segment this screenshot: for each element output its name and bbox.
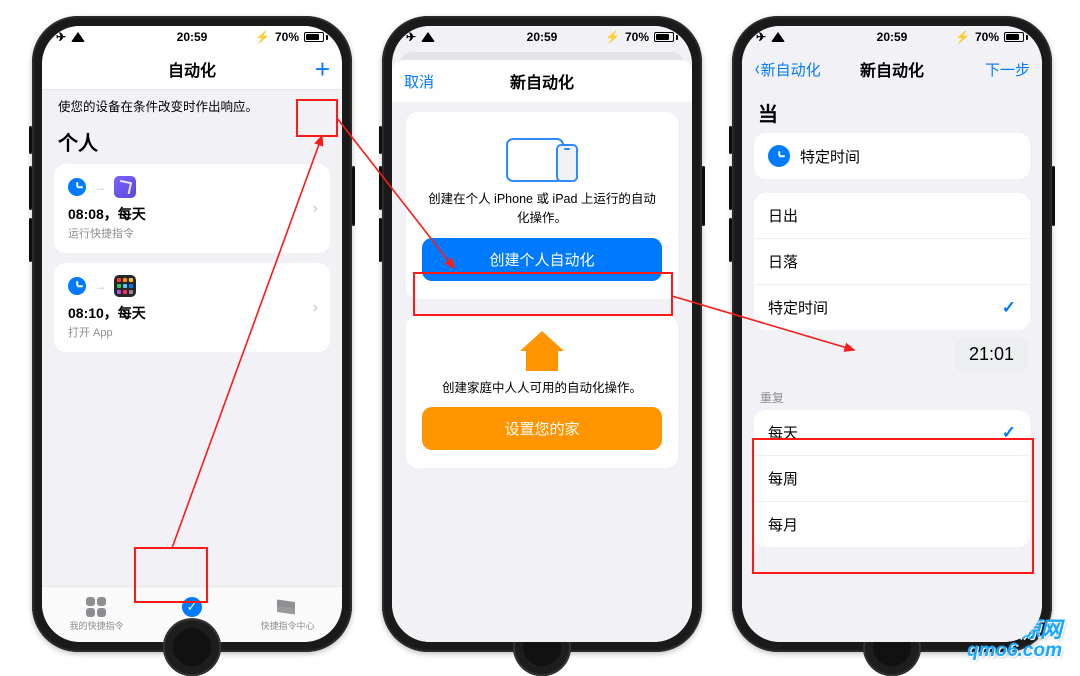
battery-icon [654, 32, 678, 42]
nav-bar: ‹新自动化 新自动化 下一步 [742, 48, 1042, 90]
home-desc: 创建家庭中人人可用的自动化操作。 [422, 379, 662, 398]
trigger-selected-list: 特定时间 [754, 133, 1030, 179]
trigger-specific-time-row[interactable]: 特定时间 [754, 133, 1030, 179]
grid-icon [86, 597, 106, 617]
stack-icon [277, 598, 297, 616]
wifi-icon [421, 32, 435, 42]
repeat-list: 每天✓ 每周 每月 [754, 410, 1030, 547]
status-bar: ✈ 20:59 ⚡ 70% [42, 26, 342, 48]
section-personal: 个人 [54, 125, 330, 164]
plus-icon: + [315, 56, 330, 82]
repeat-weekly[interactable]: 每周 [754, 456, 1030, 502]
devices-illustration [422, 126, 662, 182]
shortcut-app-icon [114, 176, 136, 198]
nav-bar: 取消 新自动化 [392, 60, 692, 102]
home-button[interactable] [163, 618, 221, 676]
charging-icon: ⚡ [255, 30, 270, 44]
status-time: 20:59 [877, 30, 908, 44]
status-time: 20:59 [177, 30, 208, 44]
nav-title: 自动化 [168, 57, 216, 81]
status-time: 20:59 [527, 30, 558, 44]
add-automation-button[interactable]: + [270, 56, 330, 82]
nav-bar: 自动化 + [42, 48, 342, 90]
tab-shortcuts[interactable]: 我的快捷指令 [69, 597, 123, 632]
arrow-icon: → [94, 279, 106, 293]
automation-card[interactable]: → 08:10，每天 打开 App › [54, 263, 330, 352]
check-icon: ✓ [1002, 298, 1016, 318]
repeat-label: 重复 [754, 379, 1030, 410]
option-sunrise[interactable]: 日出 [754, 193, 1030, 239]
tab-gallery[interactable]: 快捷指令中心 [260, 597, 314, 632]
automation-card[interactable]: → 08:08，每天 运行快捷指令 › [54, 164, 330, 253]
time-options-list: 日出 日落 特定时间✓ [754, 193, 1030, 330]
iphone-icon [556, 144, 578, 182]
chevron-right-icon: › [313, 200, 318, 218]
setup-home-button[interactable]: 设置您的家 [422, 407, 662, 450]
charging-icon: ⚡ [605, 30, 620, 44]
automation-sub: 运行快捷指令 [68, 225, 316, 241]
personal-desc: 创建在个人 iPhone 或 iPad 上运行的自动化操作。 [422, 190, 662, 228]
automation-sub: 打开 App [68, 324, 316, 340]
chevron-right-icon: › [313, 299, 318, 317]
time-picker[interactable]: 21:01 [955, 338, 1028, 371]
cancel-button[interactable]: 取消 [404, 71, 464, 92]
airplane-icon: ✈ [406, 30, 416, 44]
nav-title: 新自动化 [510, 69, 574, 93]
create-personal-automation-button[interactable]: 创建个人自动化 [422, 238, 662, 281]
home-icon [520, 331, 564, 371]
home-automation-promo: 创建家庭中人人可用的自动化操作。 设置您的家 [406, 315, 678, 469]
battery-pct: 70% [275, 30, 299, 44]
battery-pct: 70% [625, 30, 649, 44]
automation-title: 08:10，每天 [68, 303, 316, 323]
airplane-icon: ✈ [56, 30, 66, 44]
launcher-app-icon [114, 275, 136, 297]
option-specific-time[interactable]: 特定时间✓ [754, 285, 1030, 330]
phone-1: ✈ 20:59 ⚡ 70% 自动化 + 使您的设备在条件改变时作出响应。 个人 → [32, 16, 352, 652]
phone-2: ✈ 20:59 ⚡ 70% 取消 新自动化 创建在个人 iPhone 或 iPad… [382, 16, 702, 652]
nav-title: 新自动化 [860, 57, 924, 81]
automation-title: 08:08，每天 [68, 204, 316, 224]
wifi-icon [771, 32, 785, 42]
repeat-monthly[interactable]: 每月 [754, 502, 1030, 547]
back-button[interactable]: ‹新自动化 [754, 58, 821, 81]
stage: ✈ 20:59 ⚡ 70% 自动化 + 使您的设备在条件改变时作出响应。 个人 → [0, 0, 1080, 675]
personal-automation-promo: 创建在个人 iPhone 或 iPad 上运行的自动化操作。 创建个人自动化 [406, 112, 678, 299]
battery-pct: 70% [975, 30, 999, 44]
clock-icon [68, 277, 86, 295]
battery-icon [304, 32, 328, 42]
status-bar: ✈ 20:59 ⚡ 70% [742, 26, 1042, 48]
airplane-icon: ✈ [756, 30, 766, 44]
page-subtitle: 使您的设备在条件改变时作出响应。 [54, 90, 330, 125]
when-heading: 当 [754, 90, 1030, 133]
check-icon: ✓ [1002, 423, 1016, 443]
chevron-left-icon: ‹ [755, 58, 760, 81]
check-circle-icon: ✓ [182, 597, 202, 617]
next-button[interactable]: 下一步 [970, 59, 1030, 80]
option-sunset[interactable]: 日落 [754, 239, 1030, 285]
wifi-icon [71, 32, 85, 42]
phone-3: ✈ 20:59 ⚡ 70% ‹新自动化 新自动化 下一步 当 特定时间 日出 [732, 16, 1052, 652]
clock-icon [68, 178, 86, 196]
repeat-daily[interactable]: 每天✓ [754, 410, 1030, 456]
charging-icon: ⚡ [955, 30, 970, 44]
clock-icon [768, 145, 790, 167]
arrow-icon: → [94, 180, 106, 194]
status-bar: ✈ 20:59 ⚡ 70% [392, 26, 692, 48]
battery-icon [1004, 32, 1028, 42]
